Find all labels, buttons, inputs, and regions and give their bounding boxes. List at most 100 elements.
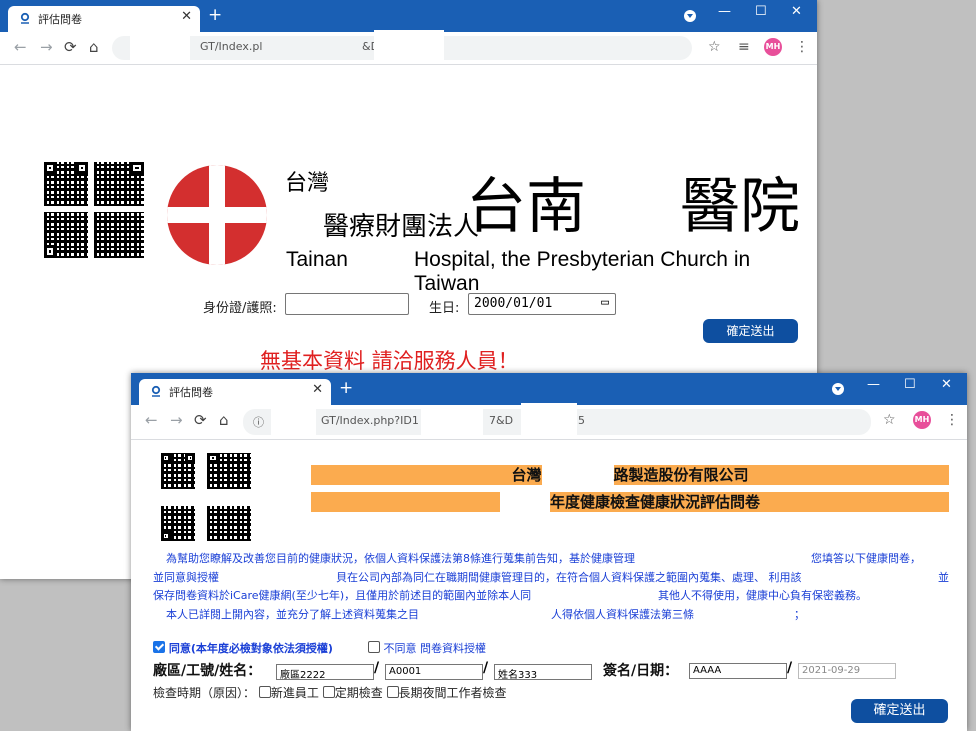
location-pin-icon bbox=[20, 12, 30, 24]
tab-title: 評估問卷 bbox=[38, 13, 82, 26]
site-info-icon[interactable]: ⓘ bbox=[253, 414, 264, 430]
id-input[interactable] bbox=[285, 293, 409, 315]
bookmark-star-icon[interactable]: ☆ bbox=[708, 39, 721, 55]
close-window-button[interactable]: ✕ bbox=[941, 377, 952, 392]
company-banner-line2: 年度健康檢查健康狀況評估問卷 bbox=[311, 492, 949, 512]
back-icon[interactable]: ← bbox=[14, 38, 27, 56]
address-bar[interactable]: GT/Index.pl &D bbox=[112, 30, 692, 64]
qr-code-icon bbox=[94, 162, 144, 206]
hospital-name-en-right: Hospital, the Presbyterian Church in Tai… bbox=[414, 248, 751, 295]
qr-code-icon bbox=[44, 162, 88, 206]
slash: / bbox=[374, 660, 380, 676]
date-input[interactable]: 2021-09-29 bbox=[798, 663, 896, 679]
tab-close-icon[interactable]: ✕ bbox=[181, 9, 192, 24]
notice-line-4-mid: 人得依個人資料保護法第三條 bbox=[551, 608, 694, 621]
redaction bbox=[421, 409, 483, 435]
consent-disagree-label: 不同意 問卷資料授權 bbox=[383, 642, 487, 655]
consent-disagree-option[interactable]: 不同意 問卷資料授權 bbox=[368, 640, 486, 656]
bookmark-star-icon[interactable]: ☆ bbox=[883, 412, 896, 428]
period-checkbox[interactable] bbox=[258, 686, 271, 698]
url-text-start: GT/Index.php?ID1 bbox=[321, 414, 419, 427]
id-label: 身份證/護照: bbox=[203, 301, 277, 316]
title-bar: 評估問卷 ✕ + — ☐ ✕ bbox=[0, 0, 817, 32]
notice-line-2: 貝在公司內部為同仁在職期間健康管理目的，在符合個人資料保護之範圍內蒐集、處理、 … bbox=[336, 571, 802, 584]
signature-input[interactable]: AAAA bbox=[689, 663, 787, 679]
submit-button[interactable]: 確定送出 bbox=[703, 319, 798, 343]
factory-input[interactable]: 廠區2222 bbox=[276, 664, 374, 681]
company-banner-line1: 台灣 路製造股份有限公司 bbox=[311, 465, 949, 485]
hospital-name-en-left: Tainan bbox=[286, 248, 348, 271]
url-text-end: 5 bbox=[578, 414, 585, 427]
period-checkbox[interactable] bbox=[322, 686, 335, 698]
maximize-button[interactable]: ☐ bbox=[755, 4, 767, 19]
consent-agree-option[interactable]: 同意(本年度必檢對象依法須授權) bbox=[153, 640, 333, 656]
consent-agree-label: 同意(本年度必檢對象依法須授權) bbox=[168, 642, 333, 655]
back-icon[interactable]: ← bbox=[145, 411, 158, 429]
browser-window-front: 評估問卷 ✕ + — ☐ ✕ ← → ⟳ ⌂ ⓘ GT/Index.php?ID… bbox=[131, 373, 967, 731]
tab-close-icon[interactable]: ✕ bbox=[312, 382, 323, 397]
notice-line-2-end: 並 bbox=[938, 571, 949, 584]
browser-tab[interactable]: 評估問卷 ✕ bbox=[8, 6, 200, 32]
hospital-name-big-right: 醫院 bbox=[680, 172, 800, 242]
avatar[interactable]: MH bbox=[764, 38, 782, 56]
browser-toolbar: ← → ⟳ ⌂ ⓘ GT/Index.php?ID1 7&D 5 ☆ MH ⋮ bbox=[131, 403, 967, 440]
browser-toolbar: ← → ⟳ ⌂ GT/Index.pl &D ☆ ≡ MH ⋮ bbox=[0, 30, 817, 65]
profile-menu-icon[interactable] bbox=[684, 10, 696, 22]
birth-label: 生日: bbox=[429, 301, 460, 316]
new-tab-button[interactable]: + bbox=[208, 5, 222, 25]
notice-line-4-end: ； bbox=[794, 608, 805, 621]
period-option-label: 新進員工 bbox=[270, 686, 319, 700]
address-bar[interactable]: ⓘ GT/Index.php?ID1 7&D 5 bbox=[243, 403, 871, 439]
profile-menu-icon[interactable] bbox=[832, 383, 844, 395]
exam-period-label: 檢查時期（原因）： bbox=[153, 686, 256, 700]
notice-line-1: 為幫助您瞭解及改善您目前的健康狀況，依個人資料保護法第8條進行蒐集前告知，基於健… bbox=[166, 552, 635, 565]
location-pin-icon bbox=[151, 385, 161, 397]
avatar[interactable]: MH bbox=[913, 411, 931, 429]
url-text-mid: 7&D bbox=[489, 414, 514, 427]
browser-tab[interactable]: 評估問卷 ✕ bbox=[139, 379, 331, 405]
slash: / bbox=[787, 660, 793, 676]
menu-kebab-icon[interactable]: ⋮ bbox=[945, 412, 959, 428]
reload-icon[interactable]: ⟳ bbox=[64, 38, 77, 56]
redaction bbox=[374, 30, 444, 64]
home-icon[interactable]: ⌂ bbox=[219, 411, 229, 429]
hospital-name-zh-line1: 台灣 bbox=[285, 171, 330, 196]
period-option-label: 定期檢查 bbox=[334, 686, 383, 700]
home-icon[interactable]: ⌂ bbox=[89, 38, 99, 56]
consent-disagree-checkbox[interactable] bbox=[368, 641, 380, 653]
redaction bbox=[271, 409, 316, 435]
qr-code-icon bbox=[94, 212, 144, 258]
period-checkbox[interactable] bbox=[386, 686, 399, 698]
forward-icon[interactable]: → bbox=[170, 411, 183, 429]
notice-line-4: 本人已詳閱上開內容，並充分了解上述資料蒐集之目 bbox=[166, 608, 419, 621]
reading-list-icon[interactable]: ≡ bbox=[738, 39, 750, 55]
notice-line-2-start: 並同意與授權 bbox=[153, 571, 219, 584]
banner-line1-right: 路製造股份有限公司 bbox=[613, 466, 749, 484]
employee-number-input[interactable]: A0001 bbox=[385, 664, 483, 680]
qr-code-icon bbox=[44, 212, 88, 258]
menu-kebab-icon[interactable]: ⋮ bbox=[795, 39, 809, 55]
hospital-name-zh-line2: 醫療財團法人 bbox=[323, 212, 480, 242]
qr-code-icon bbox=[161, 453, 195, 489]
banner-line1-left: 台灣 bbox=[511, 466, 542, 484]
new-tab-button[interactable]: + bbox=[339, 378, 353, 398]
banner-line2: 年度健康檢查健康狀況評估問卷 bbox=[549, 493, 760, 511]
minimize-button[interactable]: — bbox=[718, 4, 731, 19]
birthdate-input[interactable]: 2000/01/01 ▭ bbox=[468, 293, 616, 315]
reload-icon[interactable]: ⟳ bbox=[194, 411, 207, 429]
close-window-button[interactable]: ✕ bbox=[791, 4, 802, 19]
qr-code-icon bbox=[207, 453, 251, 489]
exam-period-row: 檢查時期（原因）： 新進員工 定期檢查 長期夜間工作者檢查 bbox=[153, 684, 507, 701]
hospital-logo bbox=[167, 165, 267, 265]
sign-label: 簽名/日期： bbox=[603, 663, 679, 679]
maximize-button[interactable]: ☐ bbox=[904, 377, 916, 392]
consent-agree-checkbox[interactable] bbox=[153, 641, 165, 653]
error-message: 無基本資料 請洽服務人員！ bbox=[260, 349, 519, 373]
submit-button[interactable]: 確定送出 bbox=[851, 699, 948, 723]
minimize-button[interactable]: — bbox=[867, 377, 880, 392]
name-input[interactable]: 姓名333 bbox=[494, 664, 592, 681]
forward-icon[interactable]: → bbox=[40, 38, 53, 56]
calendar-icon[interactable]: ▭ bbox=[601, 295, 609, 310]
tab-title: 評估問卷 bbox=[169, 386, 213, 399]
hospital-name-big-left: 台南 bbox=[466, 172, 586, 242]
